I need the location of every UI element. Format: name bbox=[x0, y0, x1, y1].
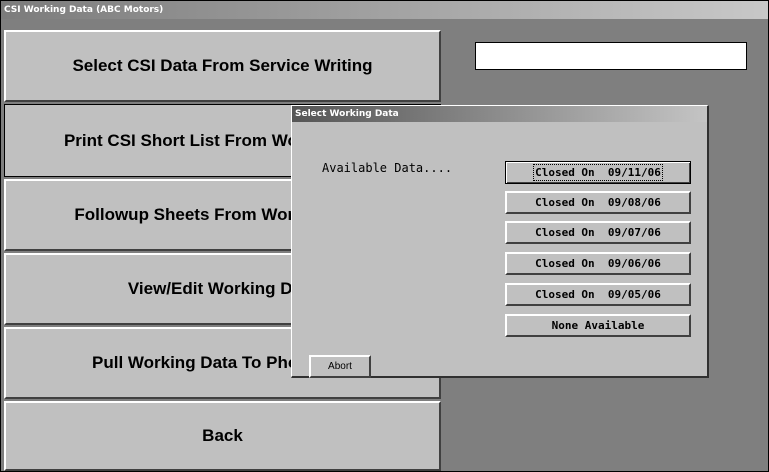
closed-on-09-08-06-button[interactable]: Closed On 09/08/06 bbox=[505, 191, 691, 214]
back-button[interactable]: Back bbox=[4, 401, 441, 471]
option-label: None Available bbox=[551, 319, 645, 332]
dialog-title: Select Working Data bbox=[292, 106, 707, 122]
closed-on-09-06-06-button[interactable]: Closed On 09/06/06 bbox=[505, 252, 691, 275]
option-label: Closed On 09/05/06 bbox=[535, 288, 661, 301]
closed-on-09-11-06-button[interactable]: Closed On 09/11/06 bbox=[505, 161, 691, 184]
abort-button[interactable]: Abort bbox=[309, 355, 371, 378]
csi-working-data-window: CSI Working Data (ABC Motors) Select CSI… bbox=[0, 0, 769, 472]
option-label: Closed On 09/11/06 bbox=[533, 164, 663, 181]
select-working-data-dialog: Select Working Data Available Data.... C… bbox=[291, 105, 709, 378]
closed-on-09-07-06-button[interactable]: Closed On 09/07/06 bbox=[505, 221, 691, 244]
option-label: Closed On 09/07/06 bbox=[535, 226, 661, 239]
select-csi-data-button[interactable]: Select CSI Data From Service Writing bbox=[4, 30, 441, 102]
status-field bbox=[475, 42, 747, 70]
none-available-button[interactable]: None Available bbox=[505, 314, 691, 337]
closed-on-09-05-06-button[interactable]: Closed On 09/05/06 bbox=[505, 283, 691, 306]
option-label: Closed On 09/06/06 bbox=[535, 257, 661, 270]
window-title: CSI Working Data (ABC Motors) bbox=[1, 1, 768, 19]
option-label: Closed On 09/08/06 bbox=[535, 196, 661, 209]
available-data-label: Available Data.... bbox=[322, 161, 453, 175]
